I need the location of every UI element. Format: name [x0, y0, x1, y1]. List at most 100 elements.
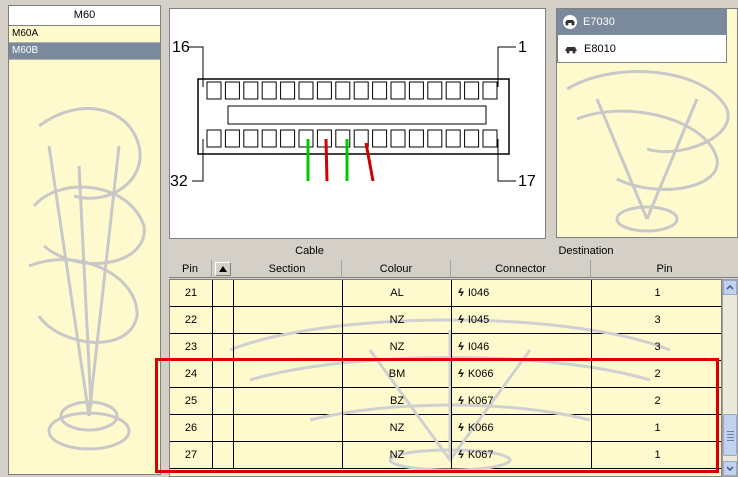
sort-button[interactable] [215, 262, 231, 276]
pin-bottom-5 [280, 129, 296, 148]
connector-link-icon[interactable]: ϟ [458, 388, 464, 415]
connector-link-icon[interactable]: ϟ [458, 442, 464, 469]
pin-bottom-12 [408, 129, 424, 148]
pin-top-10 [372, 81, 388, 100]
pin-label-17: 17 [518, 173, 536, 190]
cell-pin: 24 [170, 361, 213, 388]
cell-pin: 26 [170, 415, 213, 442]
pin-bottom-15 [464, 129, 480, 148]
ecu-item-e8010[interactable]: E8010 [557, 35, 727, 63]
pin-top-4 [261, 81, 277, 100]
scroll-thumb[interactable] [723, 414, 737, 456]
table-row[interactable]: 27 NZ ϟ K067 1 [170, 442, 721, 469]
connector-drawing: 16 1 32 17 [170, 39, 536, 190]
pin-bottom-2 [224, 129, 240, 148]
cell-colour: AL [343, 280, 452, 307]
list-item-m60a[interactable]: M60A [9, 26, 160, 43]
pin-top-8 [335, 81, 351, 100]
vertical-scrollbar[interactable] [722, 279, 738, 477]
column-header-row: Pin Section Colour Connector Pin [169, 260, 738, 278]
table-row[interactable]: 25 BZ ϟ K067 2 [170, 388, 721, 415]
pin-top-3 [243, 81, 259, 100]
column-header-colour[interactable]: Colour [342, 260, 451, 278]
cell-section [234, 415, 343, 442]
cell-connector: ϟ I046 [452, 280, 592, 307]
connector-code[interactable]: I046 [468, 287, 489, 299]
pin-top-11 [390, 81, 406, 100]
ecu-list-panel: E7030 E8010 [556, 8, 738, 238]
pin-top-2 [224, 81, 240, 100]
pin-top-12 [408, 81, 424, 100]
connector-list-panel: M60 M60A M60B [8, 5, 161, 475]
cell-pin: 21 [170, 280, 213, 307]
pin-top-15 [464, 81, 480, 100]
cell-connector: ϟ K066 [452, 415, 592, 442]
cell-section [234, 361, 343, 388]
connector-code[interactable]: K066 [468, 368, 494, 380]
pin-bottom-10 [372, 129, 388, 148]
cell-connector: ϟ I045 [452, 307, 592, 334]
connector-code[interactable]: K066 [468, 422, 494, 434]
table-row[interactable]: 22 NZ ϟ I045 3 [170, 307, 721, 334]
pin-top-14 [445, 81, 461, 100]
cell-section [234, 442, 343, 469]
watermark-graphic [566, 70, 730, 233]
connector-link-icon[interactable]: ϟ [458, 361, 464, 388]
pin-top-7 [316, 81, 332, 100]
cell-sort-spacer [213, 361, 234, 388]
pin-bottom-13 [427, 129, 443, 148]
cell-section [234, 280, 343, 307]
scroll-down-button[interactable] [723, 461, 737, 476]
connector-code[interactable]: K067 [468, 449, 494, 461]
cell-dest-pin: 2 [654, 368, 661, 380]
panel-title: M60 [9, 6, 160, 26]
chevron-down-icon [726, 466, 734, 472]
connector-link-icon[interactable]: ϟ [458, 280, 464, 307]
table-row[interactable]: 24 BM ϟ K066 2 [170, 361, 721, 388]
pin-bottom-1 [206, 129, 222, 148]
ecu-item-e7030[interactable]: E7030 [557, 9, 727, 35]
wire-red-1 [324, 138, 329, 182]
pin-bottom-6 [298, 129, 314, 148]
connector-code[interactable]: I046 [468, 341, 489, 353]
list-item-m60b[interactable]: M60B [9, 43, 160, 60]
cell-pin: 27 [170, 442, 213, 469]
pin-bottom-11 [390, 129, 406, 148]
cell-colour: BZ [343, 388, 452, 415]
pin-top-9 [353, 81, 369, 100]
column-header-connector[interactable]: Connector [451, 260, 591, 278]
connector-code[interactable]: K067 [468, 395, 494, 407]
pin-top-16 [482, 81, 498, 100]
cell-dest-pin: 3 [654, 314, 661, 326]
cell-pin: 25 [170, 388, 213, 415]
cell-section [234, 307, 343, 334]
connector-link-icon[interactable]: ϟ [458, 307, 464, 334]
table-row[interactable]: 26 NZ ϟ K066 1 [170, 415, 721, 442]
connector-link-icon[interactable]: ϟ [458, 334, 464, 361]
cell-colour: BM [343, 361, 452, 388]
group-header-row: Cable Destination [169, 242, 722, 260]
table-row[interactable]: 23 NZ ϟ I046 3 [170, 334, 721, 361]
cell-connector: ϟ K067 [452, 442, 592, 469]
ecu-label: E8010 [584, 43, 616, 55]
pin-top-6 [298, 81, 314, 100]
column-header-dest-pin[interactable]: Pin [591, 260, 738, 278]
connector-link-icon[interactable]: ϟ [458, 415, 464, 442]
column-header-section[interactable]: Section [233, 260, 342, 278]
cell-pin: 23 [170, 334, 213, 361]
table-row[interactable]: 21 AL ϟ I046 1 [170, 280, 721, 307]
connector-code[interactable]: I045 [468, 314, 489, 326]
cell-sort-spacer [213, 415, 234, 442]
cell-pin: 22 [170, 307, 213, 334]
ecu-label: E7030 [583, 16, 615, 28]
scroll-up-button[interactable] [723, 280, 737, 295]
cell-sort-spacer [213, 307, 234, 334]
cell-colour: NZ [343, 442, 452, 469]
pin-bottom-16 [482, 129, 498, 148]
pin-table: Cable Destination Pin Section Colour Con… [169, 242, 738, 477]
cell-dest-pin: 3 [654, 341, 661, 353]
cell-sort-spacer [213, 442, 234, 469]
cell-dest-pin: 2 [654, 395, 661, 407]
cable-group-header: Cable [295, 245, 324, 257]
column-header-pin[interactable]: Pin [169, 260, 212, 278]
